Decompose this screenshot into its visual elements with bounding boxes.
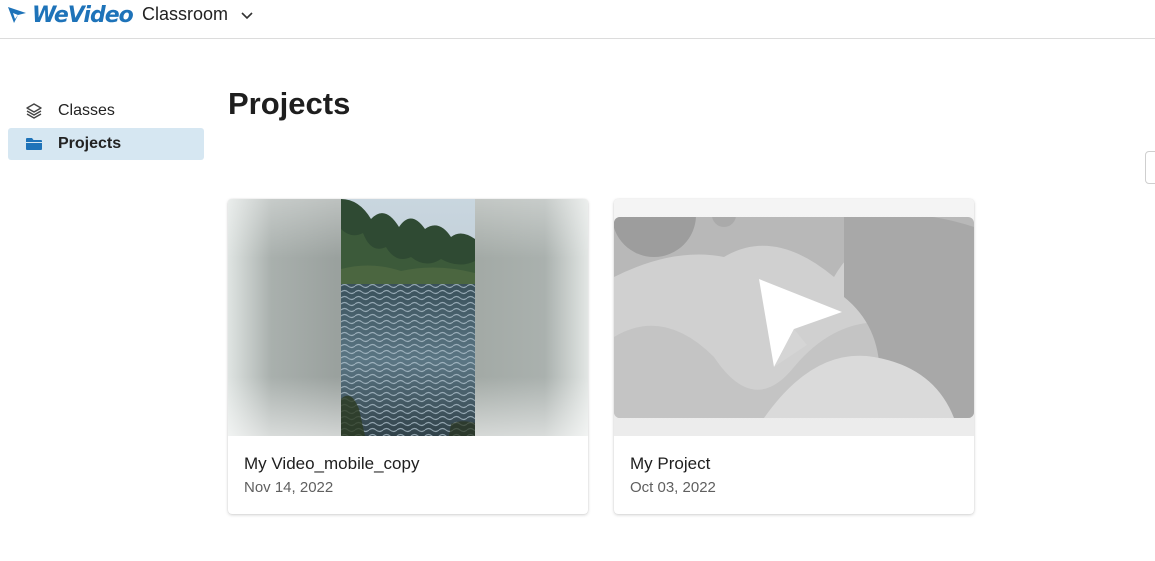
page-title: Projects (228, 86, 351, 121)
wevideo-logo[interactable]: WeVideo (6, 0, 134, 30)
logo-text: WeVideo (32, 2, 134, 28)
folder-icon (24, 134, 44, 154)
project-title: My Video_mobile_copy (244, 454, 420, 473)
project-thumbnail (228, 199, 588, 436)
sidebar-item-classes[interactable]: Classes (8, 95, 204, 127)
chevron-down-icon (241, 11, 253, 19)
placeholder-thumbnail-image (614, 217, 974, 418)
wevideo-logo-icon (8, 7, 26, 23)
sidebar-item-label: Classes (58, 102, 115, 119)
layers-icon (24, 101, 44, 121)
project-card[interactable]: My Project Oct 03, 2022 (614, 199, 974, 514)
workspace-label: Classroom (142, 4, 229, 24)
sidebar-item-projects[interactable]: Projects (8, 128, 204, 160)
top-bar: WeVideo Classroom (0, 0, 1155, 39)
sidebar-item-label: Projects (58, 135, 122, 152)
project-thumbnail (614, 199, 974, 436)
project-date: Nov 14, 2022 (244, 479, 334, 496)
project-card[interactable]: My Video_mobile_copy Nov 14, 2022 (228, 199, 588, 514)
project-title: My Project (630, 454, 711, 473)
partially-visible-button[interactable] (1145, 151, 1155, 184)
project-date: Oct 03, 2022 (630, 479, 716, 496)
sidebar: Classes Projects (8, 95, 204, 161)
workspace-switcher[interactable]: Classroom (142, 4, 254, 25)
lake-photo-image (341, 199, 475, 436)
